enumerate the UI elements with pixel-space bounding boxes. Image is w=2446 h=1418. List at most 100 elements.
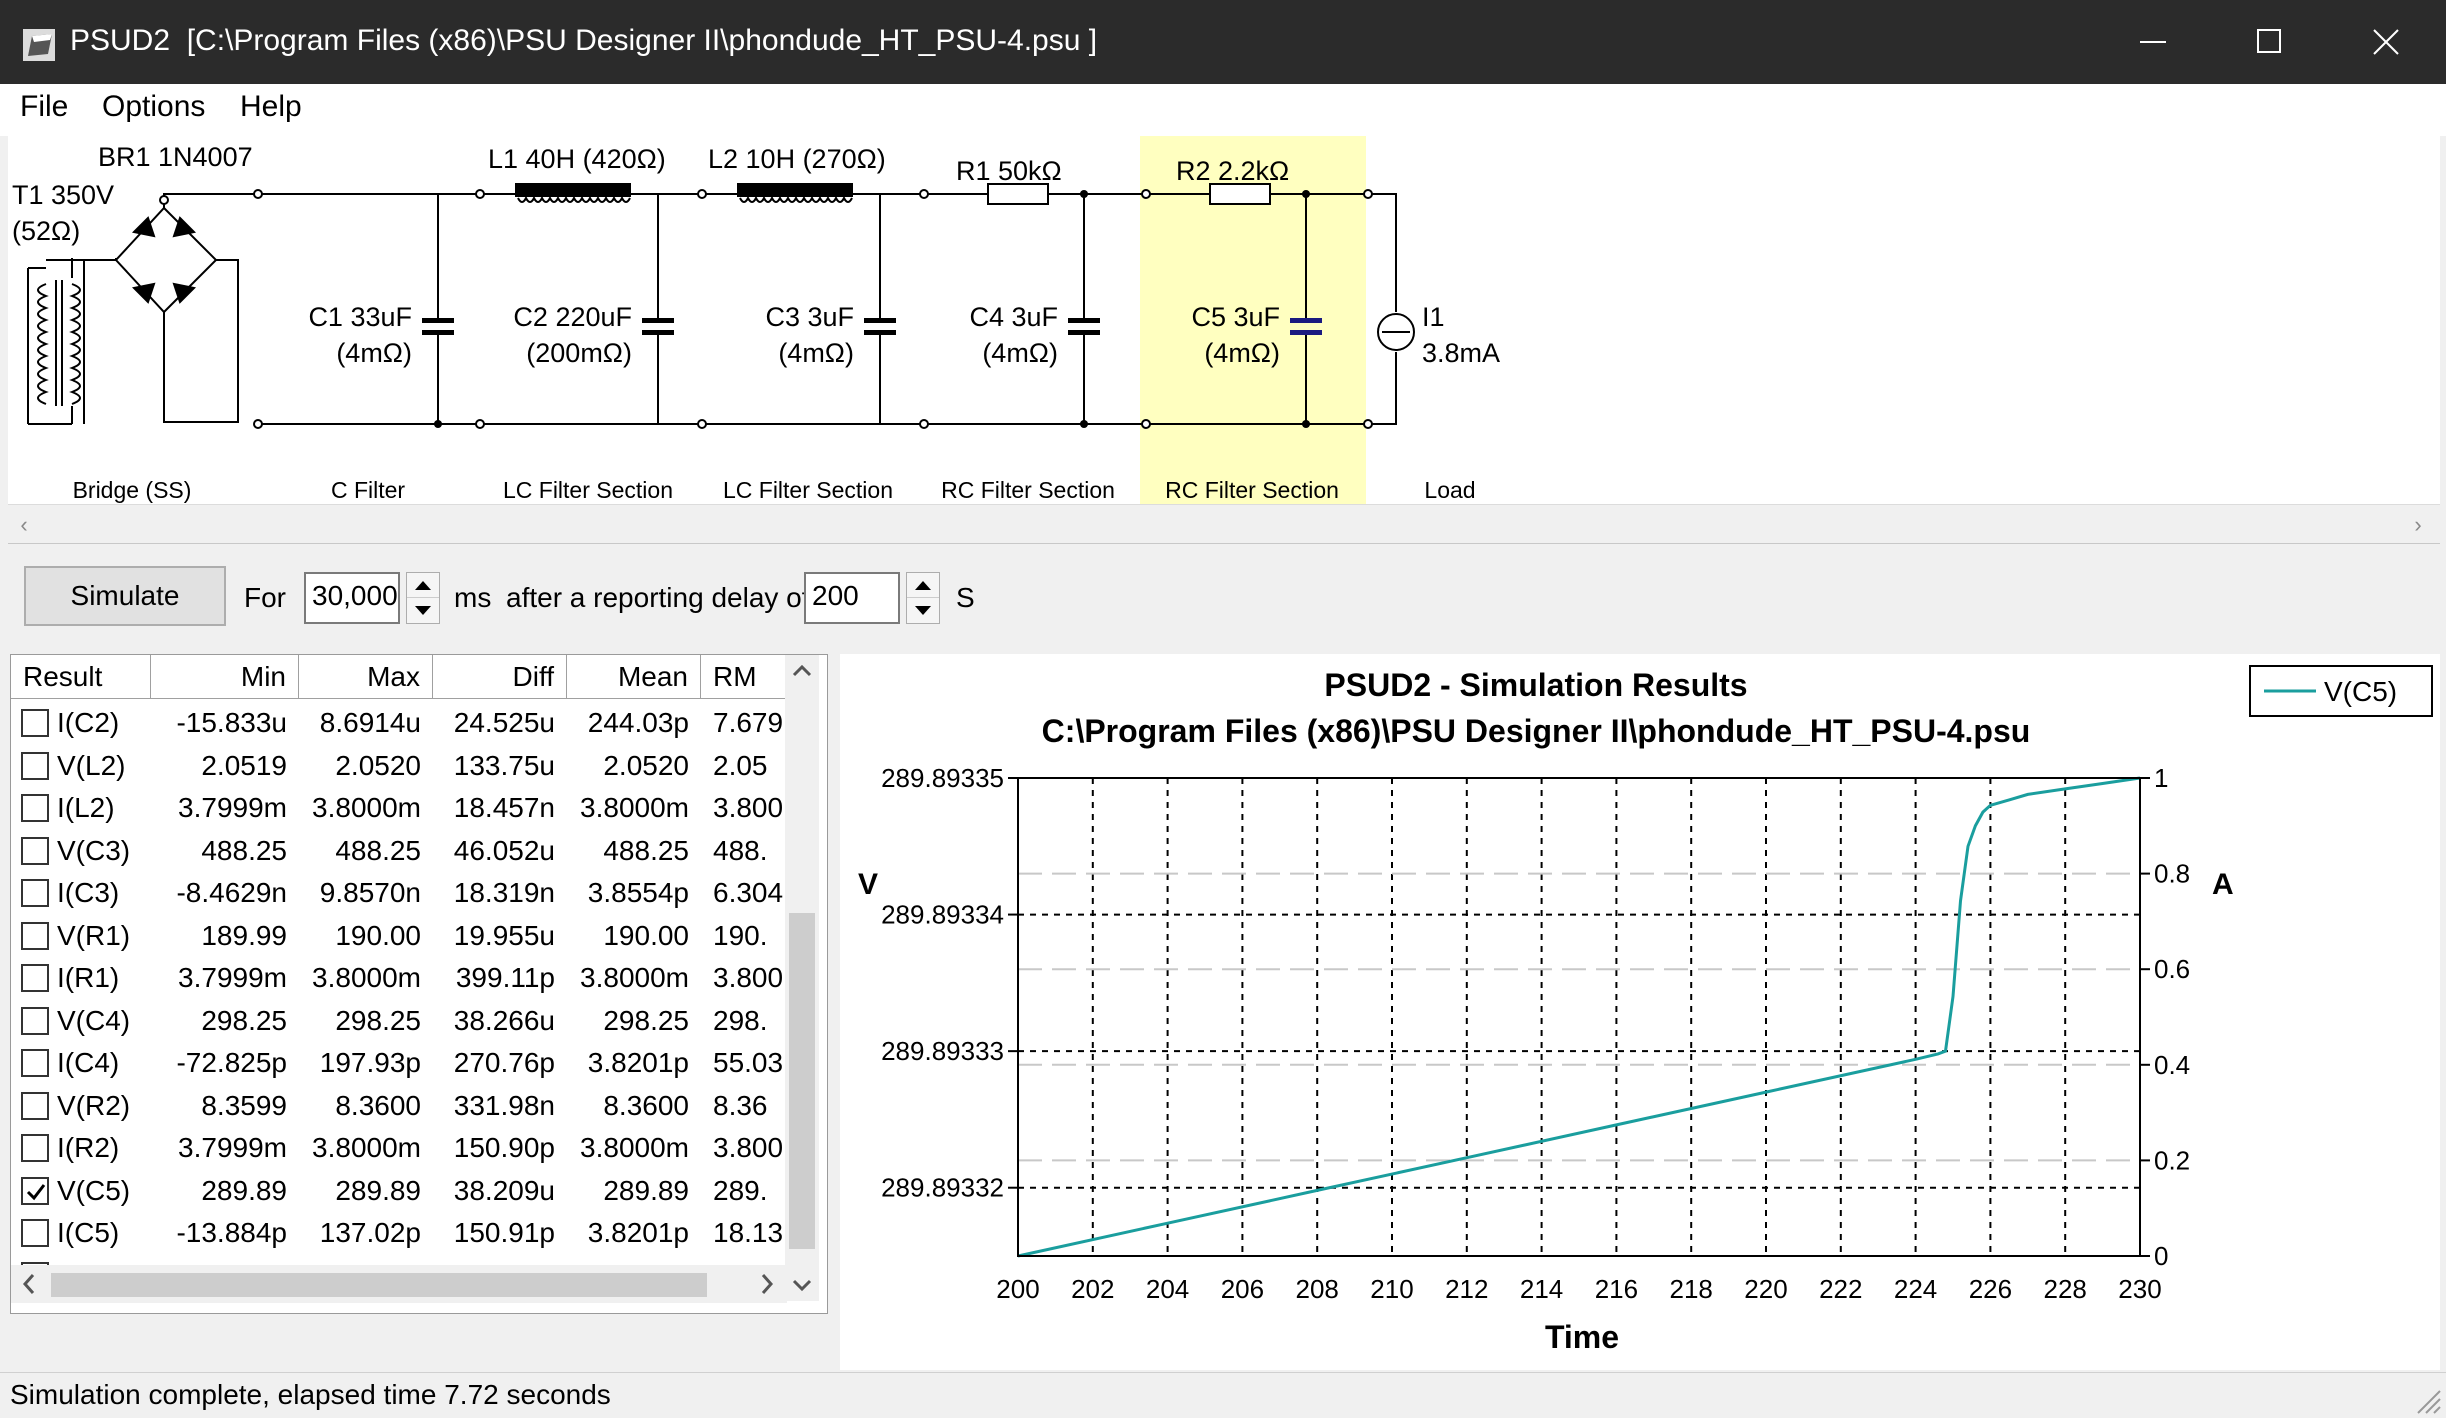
column-result[interactable]: Result [11, 655, 151, 699]
cell-min: 488.25 [201, 834, 287, 866]
menu-help[interactable]: Help [236, 90, 306, 124]
table-row[interactable]: I(L2) 3.7999m 3.8000m 18.457n 3.8000m 3.800 [11, 786, 807, 828]
menu-file[interactable]: File [16, 90, 72, 124]
results-vscroll-thumb[interactable] [789, 913, 815, 1249]
column-diff[interactable]: Diff [433, 655, 567, 699]
section-rc-filter-1[interactable]: RC Filter Section [941, 477, 1115, 503]
inductor-l1[interactable] [515, 183, 631, 203]
table-row[interactable]: I(R2) 3.7999m 3.8000m 150.90p 3.8000m 3.800 [11, 1126, 807, 1168]
row-checkbox[interactable] [21, 964, 49, 992]
duration-input[interactable]: 30,000 [304, 572, 400, 624]
row-checkbox[interactable] [21, 1049, 49, 1077]
capacitor-c2[interactable] [642, 318, 674, 323]
scroll-up-icon[interactable] [785, 655, 819, 685]
resize-grip-icon[interactable] [2412, 1385, 2442, 1415]
scroll-right-icon[interactable]: › [2406, 513, 2430, 537]
schematic-horizontal-scrollbar[interactable]: ‹ › [8, 504, 2440, 544]
row-checkbox[interactable] [21, 1134, 49, 1162]
table-row[interactable]: V(C5) 289.89 289.89 38.209u 289.89 289. [11, 1169, 807, 1211]
row-checkbox[interactable] [21, 709, 49, 737]
close-button[interactable] [2328, 0, 2444, 84]
duration-down-icon[interactable] [407, 598, 439, 623]
table-row[interactable]: V(C3) 488.25 488.25 46.052u 488.25 488. [11, 829, 807, 871]
section-lc-filter-1[interactable]: LC Filter Section [503, 477, 673, 503]
results-horizontal-scrollbar[interactable] [11, 1265, 787, 1303]
row-checkbox[interactable] [21, 836, 49, 865]
inductor-l2[interactable] [737, 183, 853, 203]
chart-title: PSUD2 - Simulation Results [1324, 667, 1747, 703]
x-tick-label: 204 [1146, 1274, 1189, 1304]
x-tick-label: 220 [1744, 1274, 1787, 1304]
column-max[interactable]: Max [299, 655, 433, 699]
capacitor-c4[interactable] [1068, 318, 1100, 323]
row-checkbox[interactable] [21, 1219, 49, 1247]
cell-rms: 8.36 [713, 1089, 768, 1121]
scroll-right-icon[interactable] [751, 1265, 785, 1303]
cell-min: -15.833u [176, 707, 287, 738]
column-min[interactable]: Min [151, 655, 299, 699]
resistor-r2[interactable] [1209, 183, 1271, 205]
row-checkbox[interactable] [21, 751, 49, 780]
simulate-button[interactable]: Simulate [24, 566, 226, 626]
row-checkbox[interactable] [21, 1176, 49, 1205]
cell-mean: 3.8201p [587, 1047, 689, 1078]
bridge-rectifier-br1[interactable] [84, 200, 239, 423]
resistor-r1[interactable] [987, 183, 1049, 205]
section-lc-filter-2[interactable]: LC Filter Section [723, 477, 893, 503]
menu-options[interactable]: Options [98, 90, 209, 124]
result-name: V(R1) [57, 919, 131, 951]
scroll-down-icon[interactable] [785, 1271, 819, 1301]
table-row[interactable]: I(C2) -15.833u 8.6914u 24.525u 244.03p 7.679 [11, 701, 807, 743]
table-row[interactable]: I(C3) -8.4629n 9.8570n 18.319n 3.8554p 6.304 [11, 871, 807, 913]
duration-stepper[interactable] [406, 572, 440, 624]
label-c3-value: C3 3uF [765, 302, 854, 332]
chart-subtitle: C:\Program Files (x86)\PSU Designer II\p… [1042, 713, 2031, 749]
capacitor-c3[interactable] [864, 318, 896, 323]
current-source-i1[interactable] [1377, 313, 1415, 351]
cell-min: 289.89 [201, 1174, 287, 1206]
delay-input[interactable]: 200 [804, 572, 900, 624]
cell-mean: 3.8000m [580, 962, 689, 993]
row-checkbox[interactable] [21, 1091, 49, 1120]
column-rms[interactable]: RM [701, 655, 791, 699]
table-row[interactable]: I(C4) -72.825p 197.93p 270.76p 3.8201p 55.03 [11, 1041, 807, 1083]
results-vertical-scrollbar[interactable] [785, 655, 819, 1301]
status-text: Simulation complete, elapsed time 7.72 s… [10, 1379, 611, 1410]
cell-max: 190.00 [335, 919, 421, 951]
delay-stepper[interactable] [906, 572, 940, 624]
column-mean[interactable]: Mean [567, 655, 701, 699]
x-tick-label: 228 [2044, 1274, 2087, 1304]
minimize-button[interactable] [2096, 0, 2212, 84]
row-checkbox[interactable] [21, 879, 49, 907]
transformer-t1[interactable] [27, 258, 81, 425]
table-row[interactable]: V(R2) 8.3599 8.3600 331.98n 8.3600 8.36 [11, 1084, 807, 1126]
capacitor-c5[interactable] [1290, 318, 1322, 323]
row-checkbox[interactable] [21, 794, 49, 822]
label-c3-esr: (4mΩ) [778, 338, 854, 368]
cell-max: 137.02p [319, 1217, 421, 1248]
results-hscroll-thumb[interactable] [51, 1273, 707, 1297]
table-row[interactable]: I(R1) 3.7999m 3.8000m 399.11p 3.8000m 3.800 [11, 956, 807, 998]
cell-rms: 3.800 [713, 962, 784, 993]
delay-down-icon[interactable] [907, 598, 939, 623]
x-tick-label: 226 [1969, 1274, 2012, 1304]
status-bar: Simulation complete, elapsed time 7.72 s… [0, 1372, 2446, 1418]
result-name: V(C4) [57, 1004, 131, 1036]
row-checkbox[interactable] [21, 1006, 49, 1035]
table-row[interactable]: V(L2) 2.0519 2.0520 133.75u 2.0520 2.05 [11, 744, 807, 786]
delay-up-icon[interactable] [907, 573, 939, 598]
cell-mean: 190.00 [603, 919, 689, 951]
maximize-button[interactable] [2212, 0, 2328, 84]
row-checkbox[interactable] [21, 921, 49, 950]
duration-up-icon[interactable] [407, 573, 439, 598]
scroll-left-icon[interactable]: ‹ [12, 513, 36, 537]
table-row[interactable]: V(C4) 298.25 298.25 38.266u 298.25 298. [11, 999, 807, 1041]
capacitor-c1[interactable] [422, 318, 454, 323]
section-bridge[interactable]: Bridge (SS) [73, 477, 192, 503]
table-row[interactable]: I(C5) -13.884p 137.02p 150.91p 3.8201p 18.13 [11, 1211, 807, 1253]
section-load[interactable]: Load [1424, 477, 1475, 503]
section-c-filter[interactable]: C Filter [331, 477, 405, 503]
table-row[interactable]: V(R1) 189.99 190.00 19.955u 190.00 190. [11, 914, 807, 956]
scroll-left-icon[interactable] [13, 1265, 47, 1303]
section-rc-filter-2[interactable]: RC Filter Section [1165, 477, 1339, 503]
